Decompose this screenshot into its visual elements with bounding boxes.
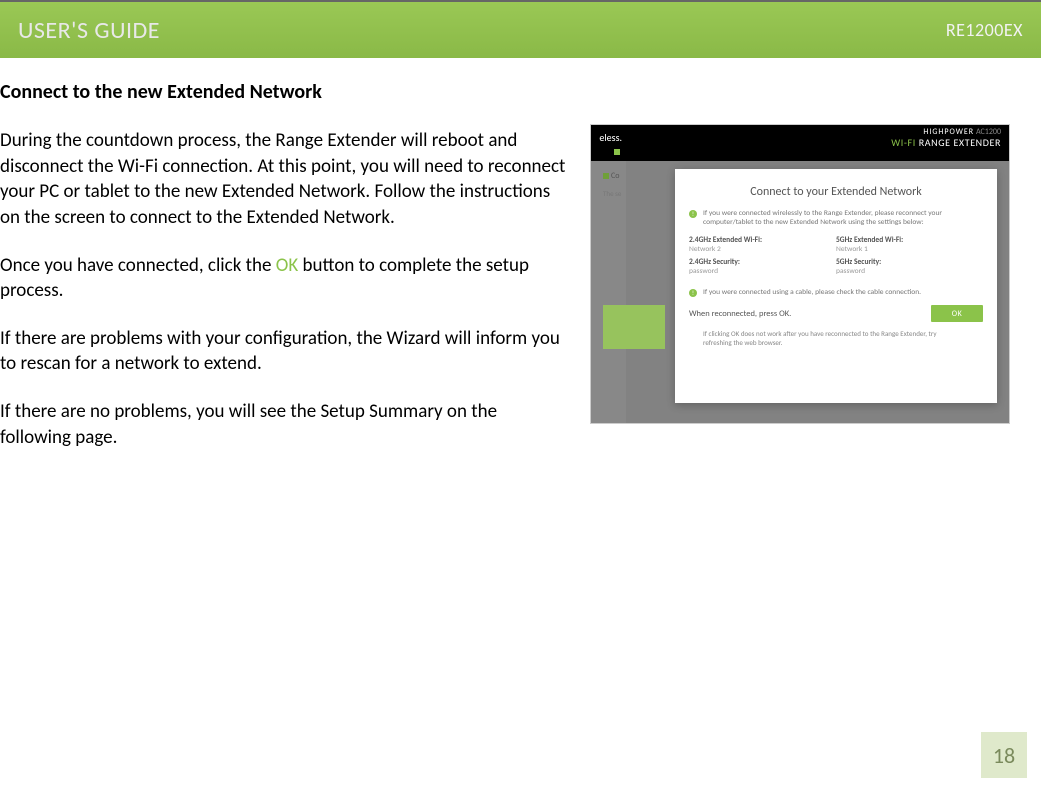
col1-val2: password bbox=[689, 267, 836, 276]
paragraph-2: Once you have connected, click the OK bu… bbox=[0, 253, 570, 304]
col1-val1: Network 2 bbox=[689, 245, 836, 254]
modal-line-1: ! If you were connected wirelessly to th… bbox=[689, 209, 983, 228]
shot-left-strip: eless. bbox=[591, 125, 626, 161]
reconnect-text: When reconnected, press OK. bbox=[689, 309, 791, 319]
col1-lbl1: 2.4GHz Extended Wi-Fi: bbox=[689, 236, 836, 245]
modal-note: If clicking OK does not work after you h… bbox=[703, 330, 963, 348]
text-column: During the countdown process, the Range … bbox=[0, 128, 570, 472]
paragraph-3: If there are problems with your configur… bbox=[0, 326, 570, 377]
brand-wifi: WI-FI bbox=[891, 136, 916, 149]
shot-nav-sub: The se bbox=[603, 189, 621, 198]
net-col-2: 5GHz Extended Wi-Fi: Network 1 5GHz Secu… bbox=[836, 236, 983, 280]
green-dot-icon bbox=[614, 149, 620, 155]
screenshot-column: eless. HIGHPOWER AC1200 WI-FI RANGE EXTE… bbox=[590, 124, 1010, 424]
bullet-icon: ! bbox=[689, 210, 697, 218]
strip-text: eless. bbox=[599, 131, 622, 144]
modal-title: Connect to your Extended Network bbox=[689, 185, 983, 199]
page-content: Connect to the new Extended Network Duri… bbox=[0, 58, 1041, 472]
nav-co-text: Co bbox=[611, 171, 619, 181]
reconnect-row: When reconnected, press OK. OK bbox=[689, 305, 983, 322]
modal-text-1: If you were connected wirelessly to the … bbox=[703, 209, 983, 228]
device-screenshot: eless. HIGHPOWER AC1200 WI-FI RANGE EXTE… bbox=[590, 124, 1010, 424]
brand-sub: RANGE EXTENDER bbox=[919, 136, 1001, 149]
paragraph-1: During the countdown process, the Range … bbox=[0, 128, 570, 231]
col2-val1: Network 1 bbox=[836, 245, 983, 254]
net-col-1: 2.4GHz Extended Wi-Fi: Network 2 2.4GHz … bbox=[689, 236, 836, 280]
shot-nav-co: Co bbox=[603, 171, 619, 181]
shot-gray-nav bbox=[591, 161, 626, 424]
shot-modal: Connect to your Extended Network ! If yo… bbox=[675, 169, 997, 403]
section-title: Connect to the new Extended Network bbox=[0, 80, 1021, 104]
body-row: During the countdown process, the Range … bbox=[0, 128, 1021, 472]
header-bar: USER'S GUIDE RE1200EX bbox=[0, 0, 1041, 58]
ok-button[interactable]: OK bbox=[931, 305, 983, 322]
modal-line-2: ! If you were connected using a cable, p… bbox=[689, 288, 983, 297]
network-grid: 2.4GHz Extended Wi-Fi: Network 2 2.4GHz … bbox=[689, 236, 983, 280]
col2-val2: password bbox=[836, 267, 983, 276]
col2-lbl1: 5GHz Extended Wi-Fi: bbox=[836, 236, 983, 245]
paragraph-4: If there are no problems, you will see t… bbox=[0, 399, 570, 450]
shot-green-stripe bbox=[603, 305, 665, 349]
header-model: RE1200EX bbox=[946, 19, 1023, 41]
col2-lbl2: 5GHz Security: bbox=[836, 258, 983, 267]
p2-part-a: Once you have connected, click the bbox=[0, 254, 276, 277]
nav-square-icon bbox=[603, 173, 609, 179]
modal-text-2: If you were connected using a cable, ple… bbox=[703, 288, 921, 297]
header-title: USER'S GUIDE bbox=[18, 16, 160, 45]
shot-brand-bar: HIGHPOWER AC1200 WI-FI RANGE EXTENDER bbox=[624, 125, 1009, 161]
col1-lbl2: 2.4GHz Security: bbox=[689, 258, 836, 267]
bullet-icon-2: ! bbox=[689, 289, 697, 297]
page-number: 18 bbox=[981, 732, 1027, 778]
ok-highlight: OK bbox=[276, 254, 298, 277]
